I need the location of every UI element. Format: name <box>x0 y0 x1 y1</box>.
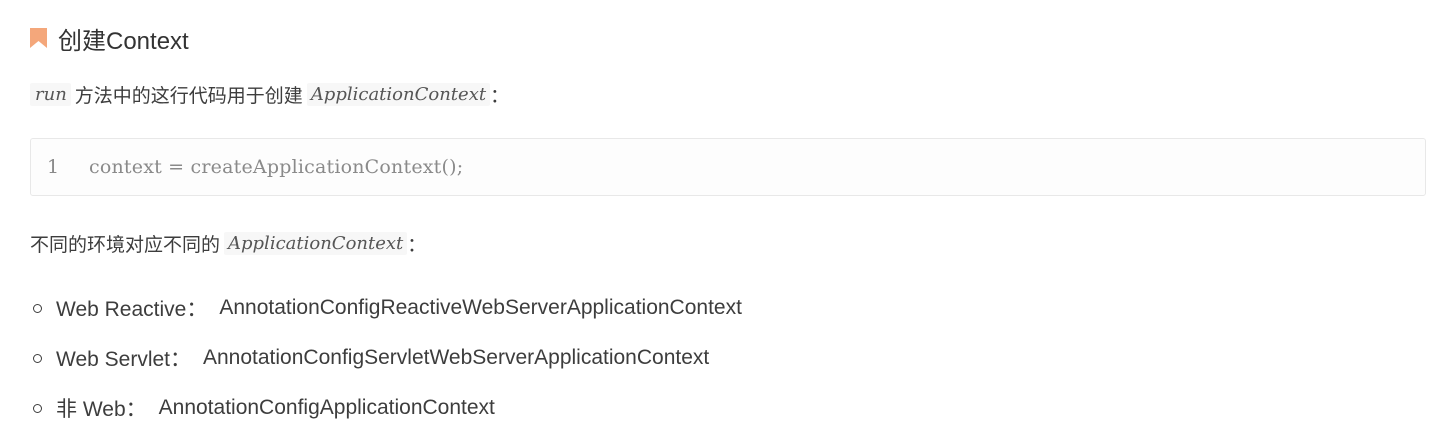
list-item: Web Servlet： AnnotationConfigServletWebS… <box>30 338 742 378</box>
paragraph-text: 不同的环境对应不同的 <box>30 234 221 256</box>
list-item-label: 非 Web： <box>56 398 147 421</box>
document-page: 创建Context run 方法中的这行代码用于创建 ApplicationCo… <box>0 0 1449 444</box>
list-item-value: AnnotationConfigReactiveWebServerApplica… <box>219 296 742 319</box>
heading-text: 创建Context <box>58 27 189 55</box>
bullet-circle-icon <box>33 303 42 313</box>
bullet-circle-icon <box>33 403 42 413</box>
line-number: 1 <box>47 156 60 178</box>
paragraph-environments: 不同的环境对应不同的 ApplicationContext ： <box>30 227 426 259</box>
list-item-value: AnnotationConfigServletWebServerApplicat… <box>203 346 710 369</box>
bullet-circle-icon <box>33 353 42 363</box>
bookmark-icon <box>30 28 47 48</box>
list-item-label: Web Servlet： <box>56 348 191 371</box>
inline-code-applicationcontext: ApplicationContext <box>224 231 408 255</box>
section-heading: 创建Context <box>30 20 189 56</box>
list-item-value: AnnotationConfigApplicationContext <box>158 396 495 419</box>
paragraph-run-method: run 方法中的这行代码用于创建 ApplicationContext ： <box>30 78 509 110</box>
paragraph-punctuation: ： <box>490 85 510 107</box>
list-item: Web Reactive： AnnotationConfigReactiveWe… <box>30 288 742 328</box>
list-item: 非 Web： AnnotationConfigApplicationContex… <box>30 388 742 428</box>
paragraph-punctuation: ： <box>407 234 427 256</box>
code-line[interactable]: context = createApplicationContext(); <box>89 156 463 178</box>
inline-code-applicationcontext: ApplicationContext <box>306 82 491 106</box>
inline-code-run: run <box>30 82 71 106</box>
paragraph-text: 方法中的这行代码用于创建 <box>74 85 303 107</box>
code-block[interactable]: 1 context = createApplicationContext(); <box>30 138 1426 196</box>
context-type-list: Web Reactive： AnnotationConfigReactiveWe… <box>30 288 742 438</box>
list-item-label: Web Reactive： <box>56 298 208 321</box>
